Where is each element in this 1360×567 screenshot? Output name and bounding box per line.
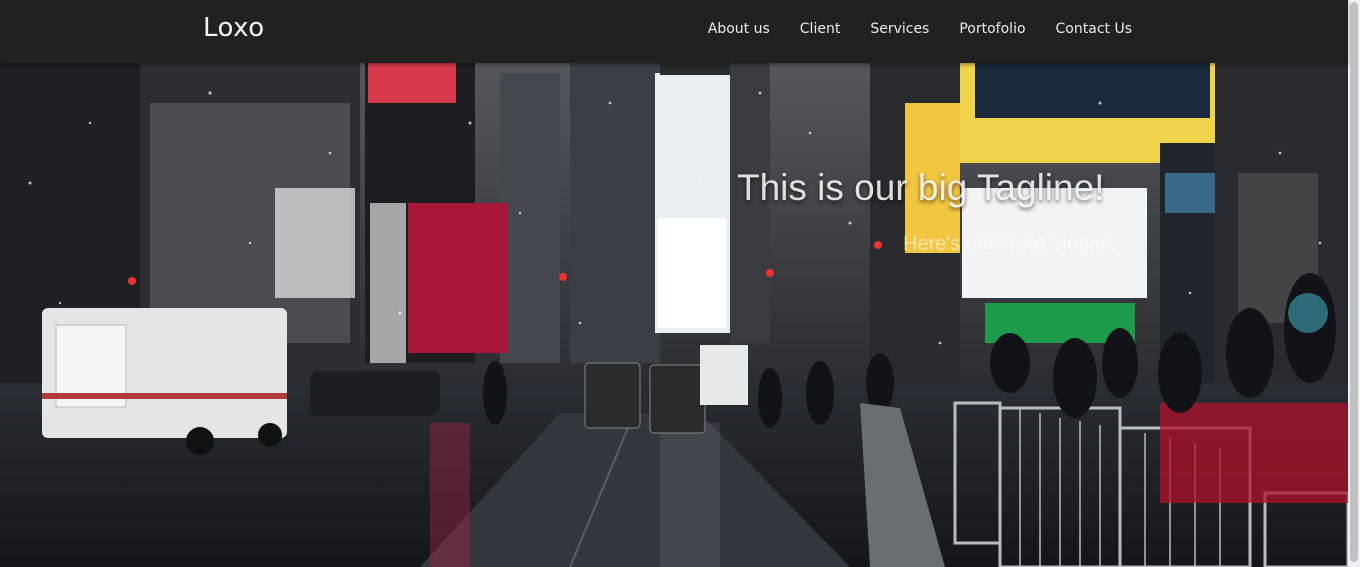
top-navbar: Loxo About us Client Services Portofolio… — [0, 0, 1348, 63]
hero-slogan: Here's our small slogan. — [903, 233, 1117, 255]
scrollbar-thumb[interactable] — [1350, 2, 1358, 562]
hero-section: This is our big Tagline! Here's our smal… — [0, 63, 1348, 567]
brand-logo[interactable]: Loxo — [203, 13, 265, 43]
hero-tagline: This is our big Tagline! — [737, 167, 1105, 208]
nav-link-portfolio[interactable]: Portofolio — [959, 21, 1025, 37]
hero-background-image — [0, 63, 1348, 567]
nav-link-client[interactable]: Client — [800, 21, 841, 37]
page-scrollbar[interactable] — [1348, 0, 1360, 567]
nav-menu: About us Client Services Portofolio Cont… — [678, 21, 1132, 37]
nav-link-contact[interactable]: Contact Us — [1056, 21, 1132, 37]
nav-link-services[interactable]: Services — [870, 21, 929, 37]
nav-link-about[interactable]: About us — [708, 21, 770, 37]
